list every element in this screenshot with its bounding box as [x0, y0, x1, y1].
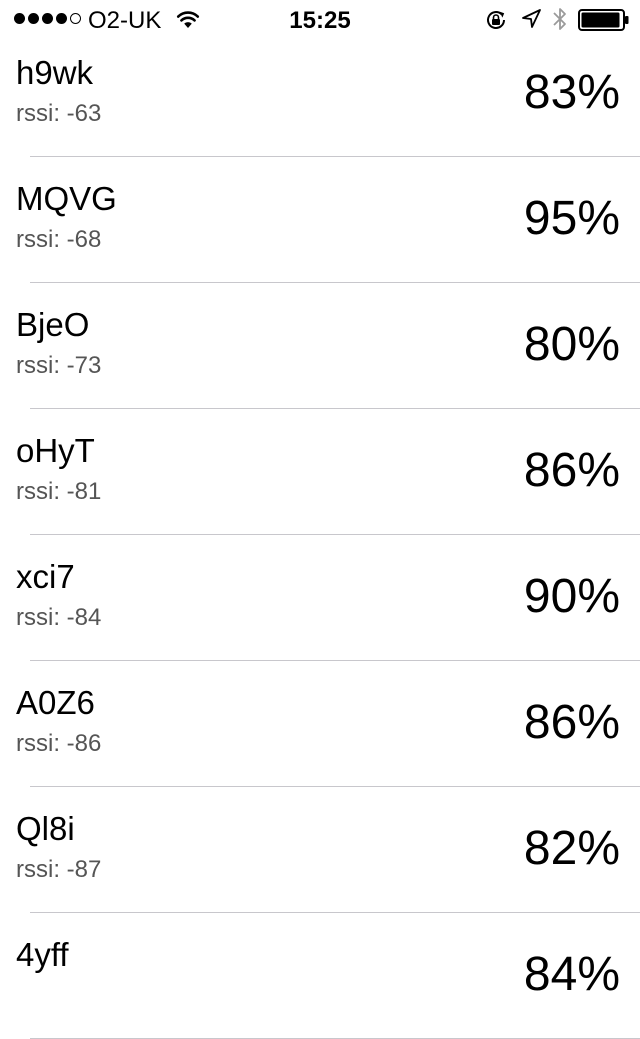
- device-name: A0Z6: [16, 684, 95, 721]
- device-percentage: 83%: [523, 66, 620, 119]
- device-name: oHyT: [16, 432, 95, 469]
- device-row[interactable]: xci7 rssi: -84 90%: [0, 535, 640, 661]
- device-row[interactable]: 4yff 84%: [0, 913, 640, 1039]
- status-time: 15:25: [289, 7, 351, 34]
- device-name: BjeO: [16, 306, 90, 343]
- device-percentage: 86%: [523, 696, 620, 749]
- device-rssi: rssi: -73: [16, 352, 102, 379]
- device-name: Ql8i: [16, 810, 75, 847]
- device-row[interactable]: oHyT rssi: -81 86%: [0, 409, 640, 535]
- device-row[interactable]: Ql8i rssi: -87 82%: [0, 787, 640, 913]
- device-name: MQVG: [16, 180, 117, 217]
- device-name: xci7: [16, 558, 75, 595]
- device-rssi: rssi: -68: [16, 226, 102, 253]
- device-row[interactable]: BjeO rssi: -73 80%: [0, 283, 640, 409]
- rotation-lock-icon: [487, 11, 505, 29]
- device-percentage: 95%: [523, 192, 620, 245]
- device-list[interactable]: h9wk rssi: -63 83% MQVG rssi: -68 95% BjeO rssi…: [0, 31, 640, 1039]
- device-percentage: 86%: [523, 444, 620, 497]
- device-percentage: 82%: [523, 822, 620, 875]
- device-rssi: rssi: -81: [16, 478, 102, 505]
- device-percentage: 90%: [523, 570, 620, 623]
- device-rssi: rssi: -87: [16, 856, 102, 883]
- device-rssi: rssi: -63: [16, 100, 102, 127]
- device-row[interactable]: MQVG rssi: -68 95%: [0, 157, 640, 283]
- device-rssi: rssi: -84: [16, 604, 102, 631]
- location-arrow-icon: [522, 9, 541, 28]
- device-name: 4yff: [16, 936, 69, 973]
- status-bar: O2-UK 15:25: [0, 0, 640, 40]
- device-row[interactable]: h9wk rssi: -63 83%: [0, 31, 640, 157]
- device-percentage: 84%: [523, 948, 620, 1001]
- device-rssi: rssi: -86: [16, 730, 102, 757]
- device-row[interactable]: A0Z6 rssi: -86 86%: [0, 661, 640, 787]
- device-name: h9wk: [16, 54, 94, 91]
- battery-icon: [578, 9, 629, 31]
- bluetooth-icon: [553, 8, 566, 30]
- device-percentage: 80%: [523, 318, 620, 371]
